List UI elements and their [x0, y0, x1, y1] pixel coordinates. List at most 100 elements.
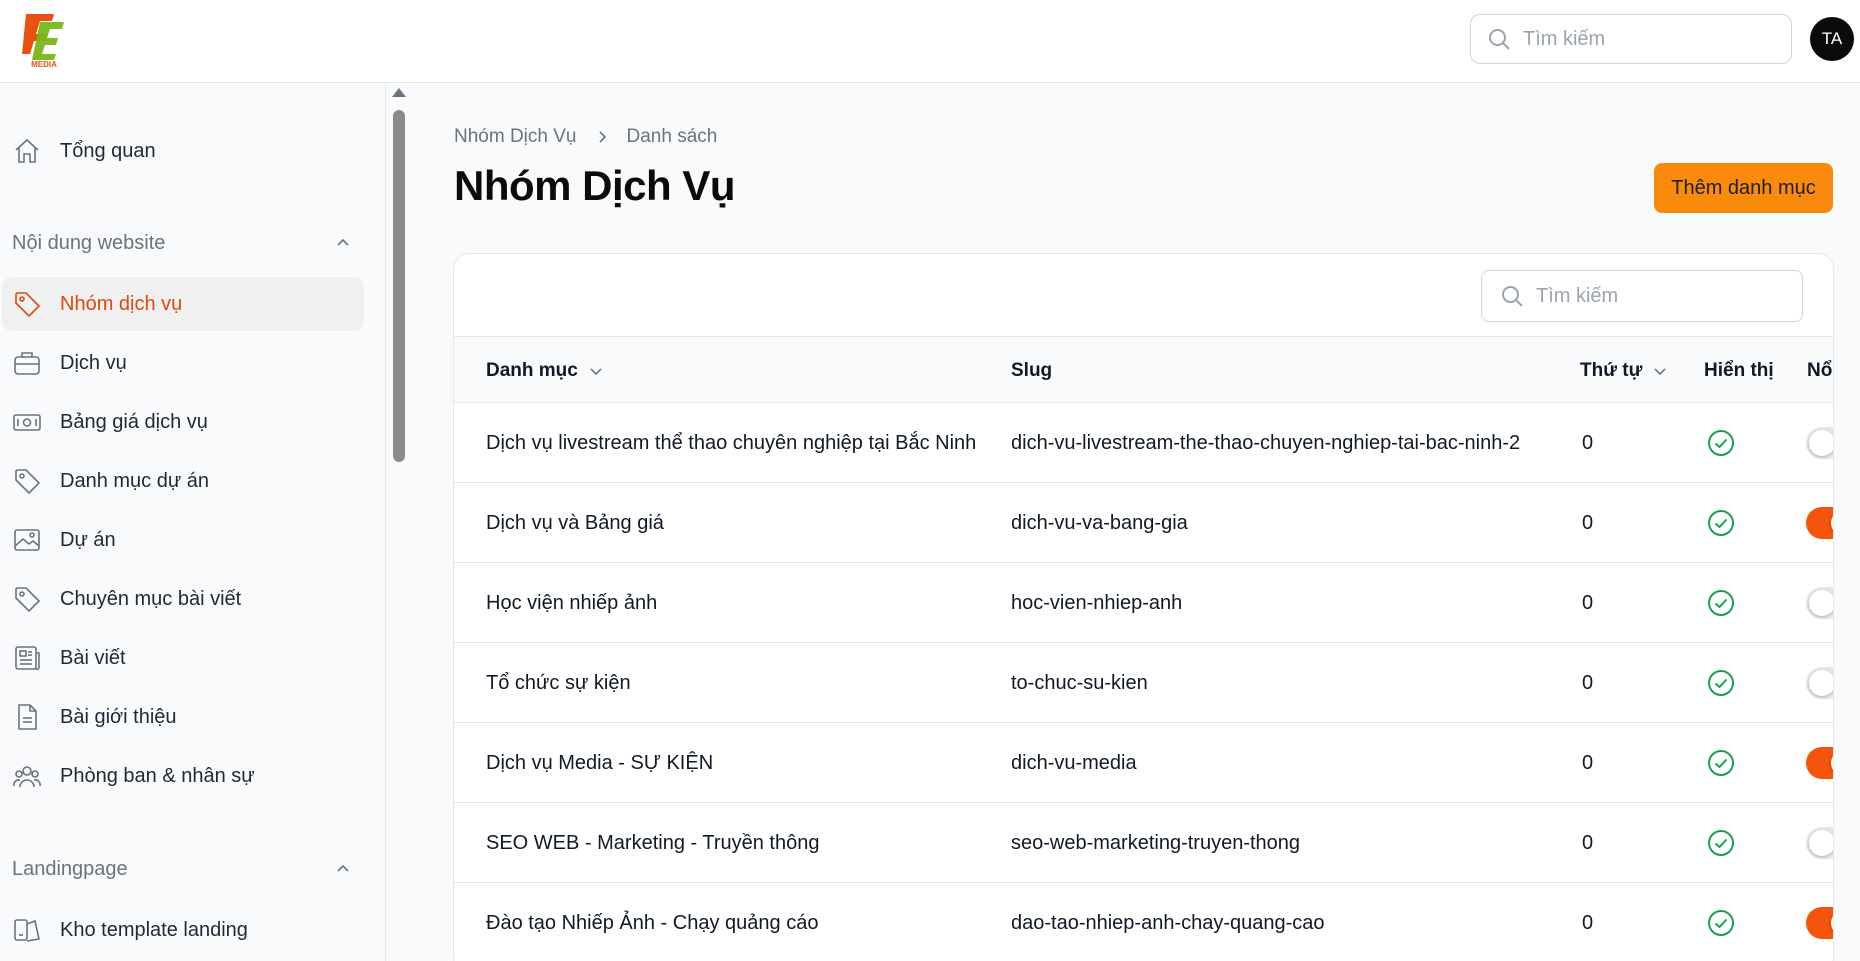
column-header-label: Hiển thị: [1704, 359, 1774, 381]
search-icon: [1502, 286, 1523, 307]
cell-category-name[interactable]: Đào tạo Nhiếp Ảnh - Chạy quảng cáo: [486, 883, 818, 961]
check-circle-icon: [1708, 750, 1734, 776]
featured-toggle[interactable]: [1806, 907, 1833, 939]
toggle-knob: [1809, 590, 1833, 616]
sidebar-item-label: Nhóm dịch vụ: [60, 292, 183, 315]
column-header-label: Nổ: [1807, 359, 1833, 381]
column-header-label: Slug: [1011, 359, 1053, 381]
cell-category-name[interactable]: Dịch vụ Media - SỰ KIỆN: [486, 723, 713, 803]
check-circle-icon: [1708, 510, 1734, 536]
sidebar-item-label: Bài giới thiệu: [60, 705, 177, 728]
cell-order: 0: [1582, 911, 1594, 934]
tag-icon: [15, 587, 41, 613]
cell-category-name[interactable]: Dịch vụ và Bảng giá: [486, 483, 664, 563]
global-search-input[interactable]: Tìm kiếm: [1470, 14, 1792, 64]
table-panel: Tìm kiếm Danh mục Slug Thứ tự Hiển thị N…: [453, 253, 1834, 961]
users-icon: [13, 766, 41, 788]
cell-category-name[interactable]: SEO WEB - Marketing - Truyền thông: [486, 803, 819, 883]
sidebar-item-project-categories[interactable]: Danh mục dự án: [2, 454, 364, 508]
featured-toggle[interactable]: [1806, 507, 1833, 539]
toggle-knob: [1809, 670, 1833, 696]
sidebar-item-post-categories[interactable]: Chuyên mục bài viết: [2, 572, 364, 626]
sidebar-item-label: Kho template landing: [60, 918, 248, 941]
column-header-visible: Hiển thị: [1704, 337, 1774, 404]
chevron-down-icon[interactable]: [588, 363, 604, 379]
sidebar-item-label: Dịch vụ: [60, 351, 127, 374]
section-website-content[interactable]: Nội dung website: [12, 228, 352, 258]
toggle-knob: [1809, 830, 1833, 856]
chevron-right-icon: [598, 131, 606, 143]
table-search-input[interactable]: Tìm kiếm: [1481, 270, 1803, 322]
featured-toggle[interactable]: [1806, 587, 1833, 619]
cell-category-name[interactable]: Dịch vụ livestream thể thao chuyên nghiệ…: [486, 403, 976, 483]
top-bar: MEDIA Tìm kiếm TA: [0, 0, 1860, 83]
check-circle-icon: [1708, 590, 1734, 616]
sidebar-item-posts[interactable]: Bài viết: [2, 631, 364, 685]
sidebar-item-label: Tổng quan: [60, 139, 156, 162]
section-title: Nội dung website: [12, 231, 166, 254]
column-header-label: Danh mục: [486, 359, 578, 381]
chevron-up-icon[interactable]: [334, 234, 352, 252]
sidebar-item-label: Chuyên mục bài viết: [60, 587, 242, 610]
check-circle-icon: [1708, 430, 1734, 456]
breadcrumb-item-list: Danh sách: [626, 126, 718, 147]
table-search-placeholder: Tìm kiếm: [1536, 284, 1619, 307]
sidebar-item-landing-templates[interactable]: Kho template landing: [2, 903, 364, 957]
sidebar-item-service-groups[interactable]: Nhóm dịch vụ: [2, 277, 364, 331]
table-row[interactable]: Tổ chức sự kiện to-chuc-su-kien 0: [454, 643, 1833, 723]
column-header-category[interactable]: Danh mục: [486, 337, 604, 404]
cell-slug: hoc-vien-nhiep-anh: [1011, 591, 1183, 614]
sidebar-item-departments[interactable]: Phòng ban & nhân sự: [2, 749, 364, 803]
cell-slug: dich-vu-livestream-the-thao-chuyen-nghie…: [1011, 431, 1521, 454]
sidebar-item-overview[interactable]: Tổng quan: [2, 124, 364, 178]
featured-toggle[interactable]: [1806, 667, 1833, 699]
cell-category-name[interactable]: Học viện nhiếp ảnh: [486, 563, 657, 643]
featured-toggle[interactable]: [1806, 747, 1833, 779]
table-row[interactable]: Dịch vụ livestream thể thao chuyên nghiệ…: [454, 403, 1833, 483]
sidebar-item-intro-posts[interactable]: Bài giới thiệu: [2, 690, 364, 744]
sidebar-item-services[interactable]: Dịch vụ: [2, 336, 364, 390]
global-search-placeholder: Tìm kiếm: [1523, 27, 1606, 50]
search-icon: [1489, 29, 1510, 50]
chevron-down-icon[interactable]: [1652, 363, 1668, 379]
scroll-up-arrow-icon[interactable]: [392, 88, 406, 97]
cell-slug: dich-vu-va-bang-gia: [1011, 511, 1188, 534]
brand-logo[interactable]: MEDIA: [20, 12, 68, 69]
toggle-knob: [1809, 430, 1833, 456]
section-title: Landingpage: [12, 857, 128, 880]
table-row[interactable]: SEO WEB - Marketing - Truyền thông seo-we…: [454, 803, 1833, 883]
cell-slug: to-chuc-su-kien: [1011, 671, 1148, 694]
home-icon: [15, 138, 39, 163]
sidebar-item-price-list[interactable]: Bảng giá dịch vụ: [2, 395, 364, 449]
logo-text: MEDIA: [31, 60, 57, 68]
table-row[interactable]: Dịch vụ Media - SỰ KIỆN dich-vu-media 0: [454, 723, 1833, 803]
cell-category-name[interactable]: Tổ chức sự kiện: [486, 643, 631, 723]
sidebar-scroll-thumb[interactable]: [393, 110, 405, 462]
cell-order: 0: [1582, 671, 1594, 694]
section-landingpage[interactable]: Landingpage: [12, 854, 352, 884]
table-row[interactable]: Đào tạo Nhiếp Ảnh - Chạy quảng cáo dao-ta…: [454, 883, 1833, 961]
cell-order: 0: [1582, 591, 1594, 614]
chevron-up-icon[interactable]: [334, 860, 352, 878]
sidebar-item-projects[interactable]: Dự án: [2, 513, 364, 567]
toggle-knob: [1831, 750, 1833, 776]
table-row[interactable]: Học viện nhiếp ảnh hoc-vien-nhiep-anh 0: [454, 563, 1833, 643]
cell-slug: dich-vu-media: [1011, 751, 1137, 774]
add-category-button[interactable]: Thêm danh mục: [1654, 163, 1833, 213]
table-row[interactable]: Dịch vụ và Bảng giá dich-vu-va-bang-gia 0: [454, 483, 1833, 563]
featured-toggle[interactable]: [1806, 427, 1833, 459]
table-header: Danh mục Slug Thứ tự Hiển thị Nổ: [454, 336, 1833, 404]
tag-icon: [15, 469, 41, 495]
user-avatar[interactable]: TA: [1810, 17, 1854, 61]
toggle-knob: [1831, 510, 1833, 536]
breadcrumb-item-service-groups[interactable]: Nhóm Dịch Vụ: [454, 126, 577, 148]
check-circle-icon: [1708, 910, 1734, 936]
cell-order: 0: [1582, 751, 1594, 774]
tag-icon: [15, 292, 41, 318]
breadcrumb: Nhóm Dịch Vụ Danh sách: [454, 126, 717, 148]
cell-slug: dao-tao-nhiep-anh-chay-quang-cao: [1011, 911, 1325, 934]
featured-toggle[interactable]: [1806, 827, 1833, 859]
column-header-label: Thứ tự: [1580, 359, 1643, 381]
cell-slug: seo-web-marketing-truyen-thong: [1011, 831, 1301, 854]
column-header-order[interactable]: Thứ tự: [1580, 337, 1668, 404]
